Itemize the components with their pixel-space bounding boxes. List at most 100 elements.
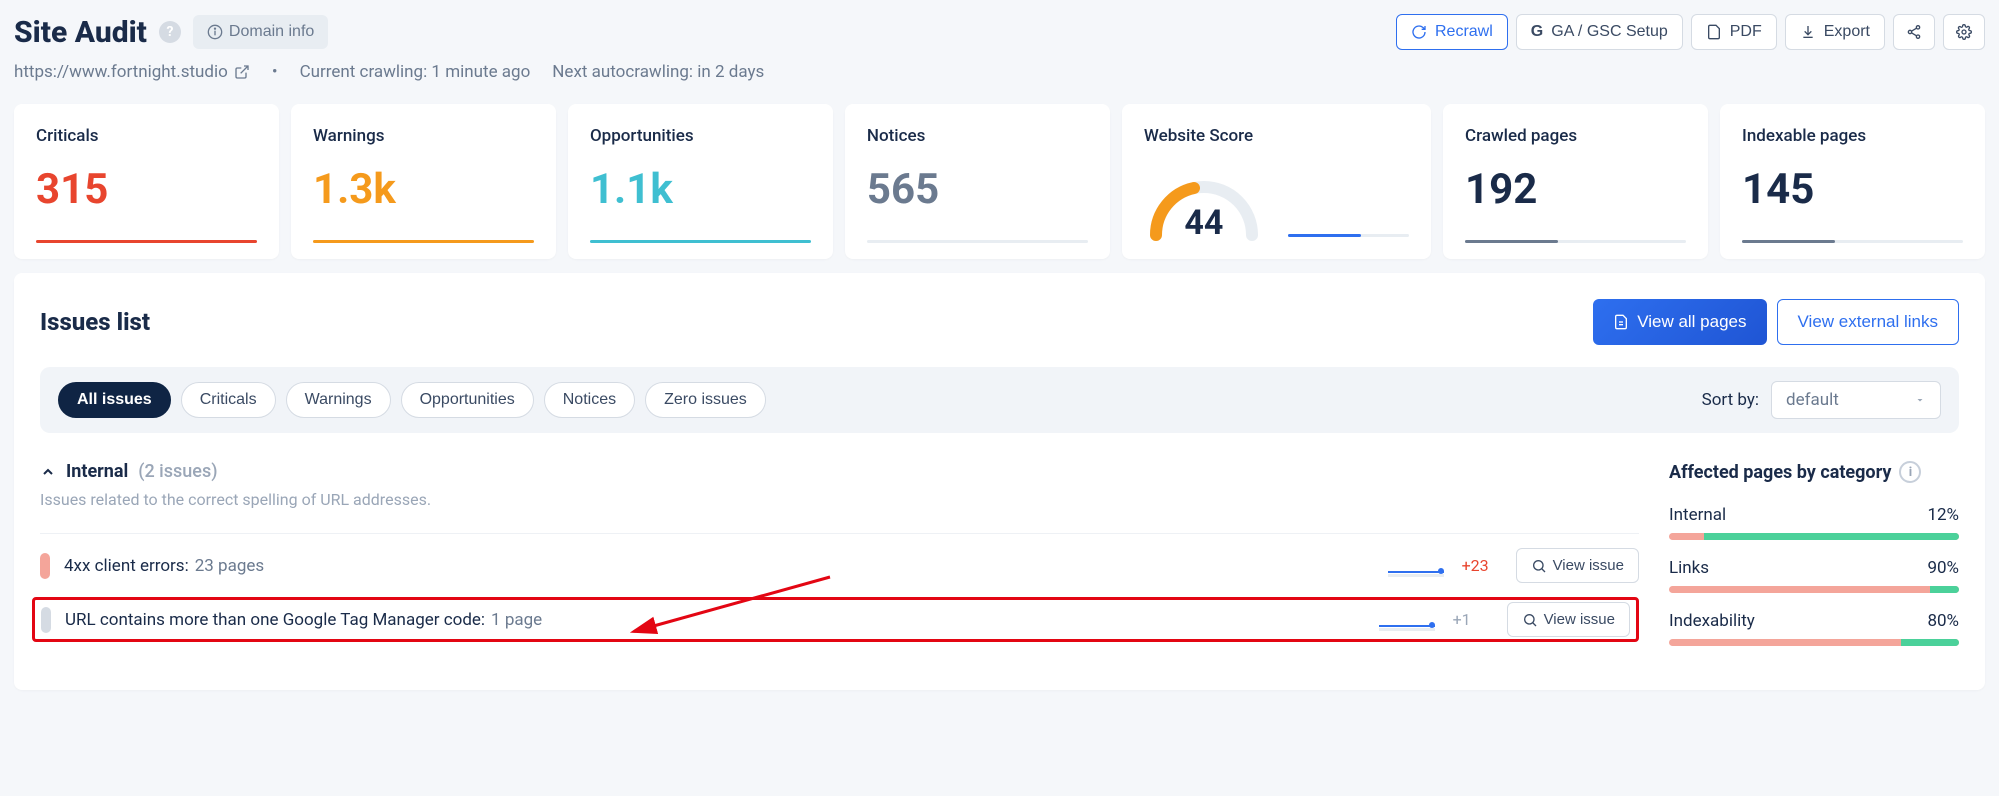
card-warnings-value: 1.3k — [313, 169, 534, 211]
filter-notices[interactable]: Notices — [544, 382, 635, 418]
category-bar — [1669, 586, 1959, 593]
card-crawled-line — [1465, 240, 1686, 243]
ga-gsc-label: GA / GSC Setup — [1551, 23, 1668, 41]
share-icon — [1906, 24, 1922, 40]
sparkline — [1379, 609, 1435, 631]
category-pct: 80% — [1927, 611, 1959, 631]
issue-row: 4xx client errors:23 pages +23 View issu… — [40, 533, 1639, 597]
category-row[interactable]: Links 90% — [1669, 558, 1959, 593]
card-warnings-line — [313, 240, 534, 243]
group-name: Internal — [66, 461, 128, 482]
site-url-link[interactable]: https://www.fortnight.studio — [14, 62, 250, 82]
info-icon[interactable]: i — [1899, 461, 1921, 483]
category-name: Links — [1669, 558, 1709, 578]
pdf-button[interactable]: PDF — [1691, 14, 1777, 50]
category-row[interactable]: Internal 12% — [1669, 505, 1959, 540]
card-indexable[interactable]: Indexable pages 145 — [1720, 104, 1985, 259]
export-button[interactable]: Export — [1785, 14, 1885, 50]
category-bar — [1669, 639, 1959, 646]
card-notices-line — [867, 240, 1088, 243]
category-pct: 90% — [1927, 558, 1959, 578]
sort-select[interactable]: default — [1771, 381, 1941, 419]
category-pct: 12% — [1927, 505, 1959, 525]
recrawl-label: Recrawl — [1435, 23, 1493, 41]
card-crawled-value: 192 — [1465, 169, 1686, 211]
ga-gsc-button[interactable]: G GA / GSC Setup — [1516, 14, 1683, 50]
issues-list-title: Issues list — [40, 308, 150, 336]
pdf-label: PDF — [1730, 23, 1762, 41]
card-criticals-line — [36, 240, 257, 243]
view-external-links-button[interactable]: View external links — [1777, 299, 1959, 345]
category-row[interactable]: Indexability 80% — [1669, 611, 1959, 646]
external-link-icon — [234, 64, 250, 80]
chevron-down-icon — [1914, 394, 1926, 406]
file-icon — [1613, 314, 1629, 330]
refresh-icon — [1411, 24, 1427, 40]
card-warnings-label: Warnings — [313, 126, 534, 146]
card-score-label: Website Score — [1144, 126, 1409, 146]
pdf-icon — [1706, 24, 1722, 40]
dot-separator: • — [272, 62, 278, 82]
severity-indicator — [40, 553, 50, 579]
score-value: 44 — [1184, 203, 1223, 243]
card-notices[interactable]: Notices 565 — [845, 104, 1110, 259]
gear-icon — [1956, 24, 1972, 40]
severity-indicator — [41, 607, 51, 633]
card-opportunities-value: 1.1k — [590, 169, 811, 211]
card-warnings[interactable]: Warnings 1.3k — [291, 104, 556, 259]
recrawl-button[interactable]: Recrawl — [1396, 14, 1508, 50]
search-icon — [1531, 558, 1547, 574]
crawl-status: Current crawling: 1 minute ago — [300, 62, 531, 82]
score-sparkline — [1288, 234, 1409, 237]
export-label: Export — [1824, 23, 1870, 41]
google-icon: G — [1531, 23, 1543, 41]
filter-opportunities[interactable]: Opportunities — [401, 382, 534, 418]
card-indexable-label: Indexable pages — [1742, 126, 1963, 146]
card-criticals-label: Criticals — [36, 126, 257, 146]
view-issue-button[interactable]: View issue — [1507, 602, 1630, 637]
card-indexable-value: 145 — [1742, 169, 1963, 211]
page-title: Site Audit — [14, 15, 147, 50]
domain-info-button[interactable]: Domain info — [193, 15, 328, 49]
issue-text: 4xx client errors:23 pages — [64, 556, 1374, 576]
share-button[interactable] — [1893, 14, 1935, 50]
site-url-text: https://www.fortnight.studio — [14, 62, 228, 82]
view-issue-button[interactable]: View issue — [1516, 548, 1639, 583]
issue-text: URL contains more than one Google Tag Ma… — [65, 610, 1365, 630]
help-icon[interactable]: ? — [159, 21, 181, 43]
issue-delta: +1 — [1453, 610, 1493, 629]
card-crawled-label: Crawled pages — [1465, 126, 1686, 146]
filter-all-issues[interactable]: All issues — [58, 382, 171, 418]
category-name: Indexability — [1669, 611, 1755, 631]
filter-warnings[interactable]: Warnings — [286, 382, 391, 418]
score-gauge: 44 — [1144, 173, 1264, 243]
card-website-score[interactable]: Website Score 44 — [1122, 104, 1431, 259]
card-opportunities[interactable]: Opportunities 1.1k — [568, 104, 833, 259]
card-criticals-value: 315 — [36, 169, 257, 211]
issue-delta: +23 — [1462, 556, 1502, 575]
issue-row: URL contains more than one Google Tag Ma… — [32, 597, 1639, 642]
chevron-up-icon — [40, 464, 56, 480]
view-all-pages-button[interactable]: View all pages — [1593, 299, 1766, 345]
filter-criticals[interactable]: Criticals — [181, 382, 276, 418]
sort-by-label: Sort by: — [1702, 390, 1759, 410]
card-notices-label: Notices — [867, 126, 1088, 146]
download-icon — [1800, 24, 1816, 40]
group-count: (2 issues) — [138, 461, 217, 482]
view-all-pages-label: View all pages — [1637, 312, 1746, 332]
filter-zero-issues[interactable]: Zero issues — [645, 382, 766, 418]
settings-button[interactable] — [1943, 14, 1985, 50]
affected-pages-title: Affected pages by category — [1669, 462, 1891, 483]
search-icon — [1522, 612, 1538, 628]
group-internal-toggle[interactable]: Internal (2 issues) — [40, 461, 1639, 482]
card-crawled[interactable]: Crawled pages 192 — [1443, 104, 1708, 259]
sparkline — [1388, 555, 1444, 577]
card-criticals[interactable]: Criticals 315 — [14, 104, 279, 259]
group-description: Issues related to the correct spelling o… — [40, 490, 1639, 509]
domain-info-label: Domain info — [229, 23, 314, 41]
card-indexable-line — [1742, 240, 1963, 243]
category-name: Internal — [1669, 505, 1726, 525]
category-bar — [1669, 533, 1959, 540]
info-icon — [207, 24, 223, 40]
card-opportunities-line — [590, 240, 811, 243]
